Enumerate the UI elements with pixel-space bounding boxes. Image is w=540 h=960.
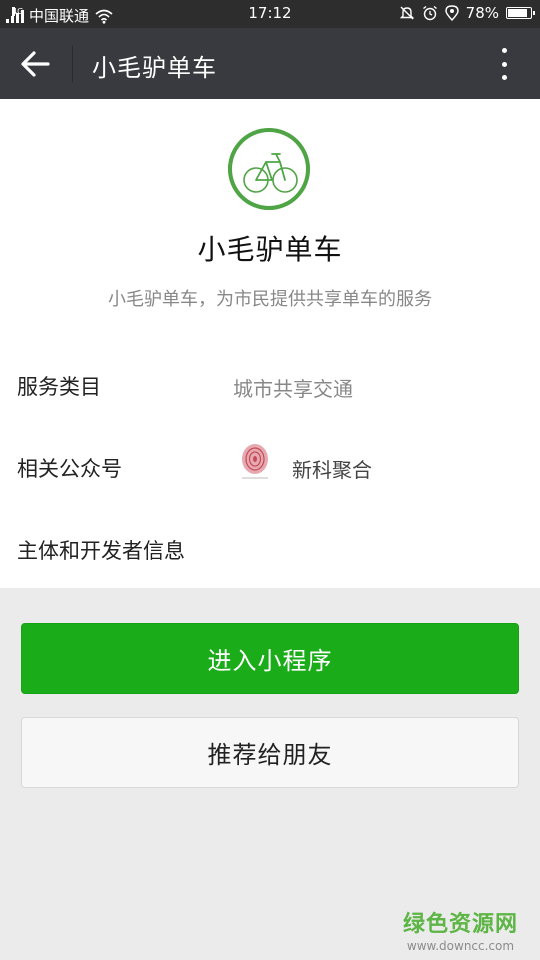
watermark: 绿色资源网 www.downcc.com: [403, 906, 518, 953]
watermark-url: www.downcc.com: [406, 939, 515, 953]
mute-icon: [399, 6, 414, 20]
watermark-title: 绿色资源网: [402, 912, 518, 937]
account-avatar[interactable]: [237, 442, 273, 482]
location-icon: [444, 5, 459, 21]
status-right: 78%: [399, 4, 535, 22]
battery-percent: 78%: [465, 4, 499, 22]
status-bar: 4G 中国联通 17:12 78%: [0, 0, 540, 28]
title-divider: [72, 46, 73, 82]
page-title: 小毛驴单车: [92, 54, 217, 82]
category-label: 服务类目: [17, 375, 101, 399]
battery-fill: [508, 9, 527, 17]
battery-icon: [506, 7, 535, 19]
developer-info-link[interactable]: 主体和开发者信息: [17, 535, 185, 565]
back-button[interactable]: [18, 47, 54, 81]
alarm-icon: [422, 5, 437, 21]
related-account-name[interactable]: 新科聚合: [292, 454, 372, 483]
category-value: 城市共享交通: [233, 377, 353, 401]
more-vertical-icon[interactable]: [492, 48, 516, 80]
title-bar: 小毛驴单车: [0, 28, 540, 99]
arrow-left-icon: [21, 51, 50, 77]
app-description: 小毛驴单车，为市民提供共享单车的服务: [108, 289, 432, 310]
related-account-label[interactable]: 相关公众号: [17, 453, 122, 483]
app-name: 小毛驴单车: [197, 233, 343, 266]
profile-card: 小毛驴单车 小毛驴单车，为市民提供共享单车的服务 服务类目 城市共享交通 相关公…: [0, 99, 540, 588]
bike-logo-icon: [228, 128, 310, 210]
recommend-to-friend-button[interactable]: 推荐给朋友: [21, 717, 519, 788]
enter-mini-program-button[interactable]: 进入小程序: [21, 623, 519, 694]
